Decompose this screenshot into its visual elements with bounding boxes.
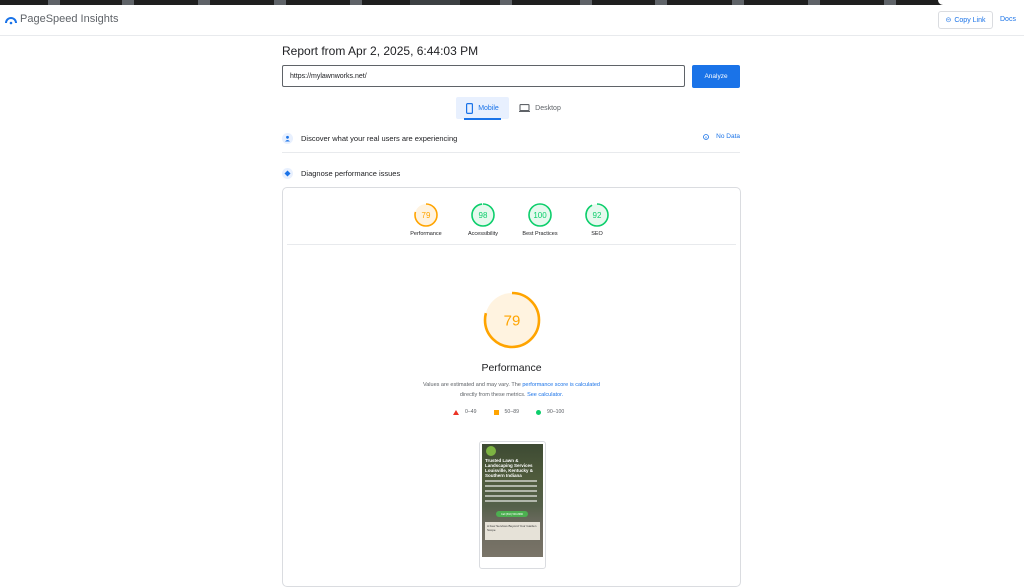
report-card: 79 Performance 98 Accessibility 100 Best… [282, 187, 741, 587]
screenshot-heading: Trusted Lawn & Landscaping Services Loui… [485, 458, 534, 478]
page-title: Report from Apr 2, 2025, 6:44:03 PM [282, 44, 479, 58]
score-ring: 98 [471, 203, 495, 227]
screenshot-text-lines [485, 480, 537, 505]
legend-low-label: 0–49 [465, 409, 477, 415]
section-divider [282, 152, 740, 153]
diagnose-section: Diagnose performance issues [282, 165, 740, 181]
score-calculated-link[interactable]: performance score is calculated [522, 382, 600, 388]
screenshot-button: Call (502) 500-8990 [496, 511, 528, 517]
performance-gauge: 79 [483, 291, 541, 349]
screenshot-image: Trusted Lawn & Landscaping Services Loui… [482, 444, 543, 557]
docs-link[interactable]: Docs [1000, 16, 1016, 23]
legend-low: 0–49 [453, 409, 477, 415]
mobile-icon [466, 102, 474, 114]
diagnose-icon [282, 167, 293, 179]
performance-title: Performance [481, 362, 542, 374]
fail-triangle-icon [453, 409, 459, 415]
site-logo-icon [486, 446, 496, 456]
score-gauge-seo[interactable]: 92 SEO [567, 202, 627, 237]
users-icon [282, 132, 293, 144]
url-input[interactable]: https://mylawnworks.net/ [282, 65, 685, 87]
score-label: Accessibility [468, 231, 498, 237]
desktop-icon [519, 104, 531, 112]
real-users-section[interactable]: Discover what your real users are experi… [282, 130, 740, 146]
score-value: 79 [504, 312, 521, 329]
score-legend: 0–49 50–89 90–100 [453, 409, 603, 415]
score-ring: 100 [528, 203, 552, 227]
copy-link-button[interactable]: ⊝ Copy Link [938, 11, 993, 29]
pass-circle-icon [535, 409, 541, 415]
score-label: Performance [410, 231, 442, 237]
info-icon [703, 133, 710, 140]
no-data-indicator[interactable]: No Data [703, 133, 740, 140]
no-data-label: No Data [716, 133, 740, 140]
tab-desktop[interactable]: Desktop [514, 97, 566, 119]
brand-name[interactable]: PageSpeed Insights [20, 13, 118, 25]
score-gauge-performance[interactable]: 79 Performance [396, 202, 456, 237]
tab-mobile-label: Mobile [478, 104, 499, 112]
legend-mid: 50–89 [493, 409, 519, 415]
screenshot-box: A Few Services Beyond Your Garden Scope [485, 522, 540, 540]
performance-note: Values are estimated and may vary. The p… [283, 380, 740, 400]
tab-selected-indicator [464, 118, 501, 120]
see-calculator-link[interactable]: See calculator. [527, 392, 563, 398]
note-text-2: directly from these metrics. [459, 392, 528, 398]
score-ring: 92 [585, 203, 609, 227]
page-screenshot: Trusted Lawn & Landscaping Services Loui… [479, 441, 546, 569]
pagespeed-logo-icon [5, 17, 17, 25]
copy-link-label: Copy Link [954, 16, 986, 24]
score-value: 79 [422, 211, 431, 220]
note-text-1: Values are estimated and may vary. The [422, 382, 523, 388]
score-label: SEO [591, 231, 603, 237]
link-icon: ⊝ [945, 17, 952, 24]
score-ring: 79 [414, 203, 438, 227]
average-square-icon [493, 409, 499, 415]
analyze-button[interactable]: Analyze [692, 65, 740, 88]
card-divider [287, 244, 736, 245]
score-value: 98 [479, 211, 488, 220]
legend-mid-label: 50–89 [504, 409, 519, 415]
app-header: PageSpeed Insights ⊝ Copy Link Docs [0, 5, 1024, 36]
score-gauge-accessibility[interactable]: 98 Accessibility [453, 202, 513, 237]
real-users-title: Discover what your real users are experi… [301, 133, 458, 143]
tab-desktop-label: Desktop [535, 104, 561, 112]
legend-high: 90–100 [535, 409, 565, 415]
score-value: 92 [593, 211, 602, 220]
score-gauge-best-practices[interactable]: 100 Best Practices [510, 202, 570, 237]
score-label: Best Practices [522, 231, 558, 237]
score-value: 100 [533, 211, 547, 220]
tab-mobile[interactable]: Mobile [456, 97, 509, 120]
diagnose-title: Diagnose performance issues [301, 168, 401, 178]
legend-high-label: 90–100 [546, 409, 565, 415]
